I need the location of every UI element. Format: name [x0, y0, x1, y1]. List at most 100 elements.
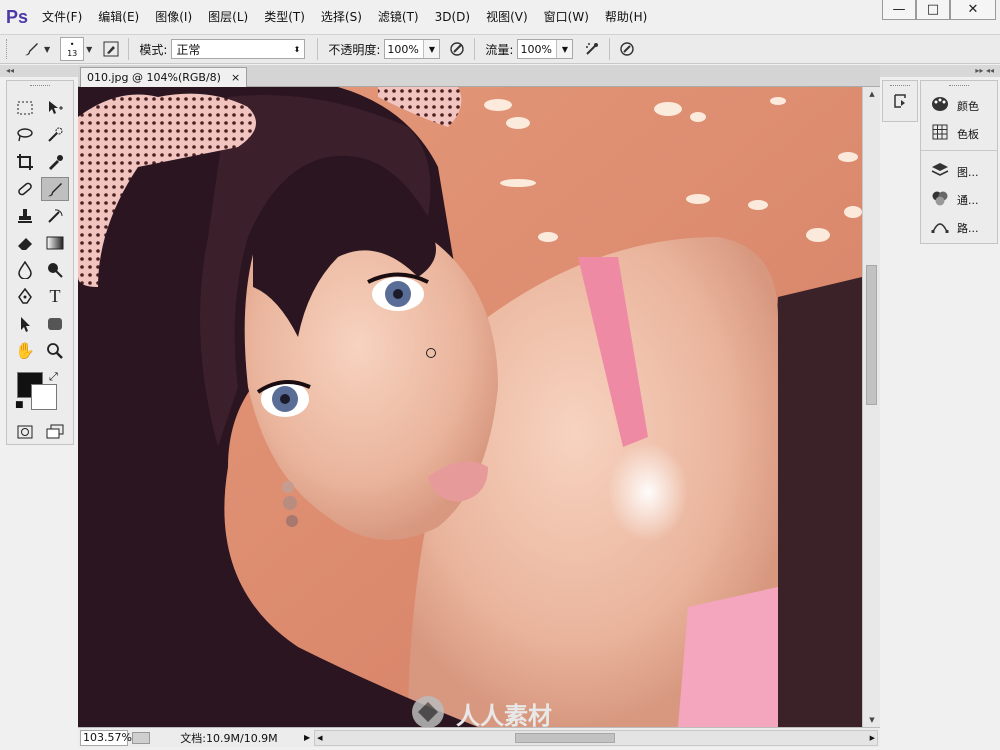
zoom-value: 103.57% — [83, 731, 132, 744]
type-tool-icon[interactable]: T — [41, 285, 69, 309]
document-canvas[interactable]: 人人素材 — [78, 87, 862, 727]
close-tab-icon[interactable]: × — [231, 71, 240, 84]
menu-edit[interactable]: 编辑(E) — [90, 0, 147, 34]
maximize-button[interactable]: □ — [916, 0, 950, 20]
pressure-opacity-icon[interactable] — [446, 38, 468, 60]
airbrush-icon[interactable] — [581, 38, 603, 60]
vertical-scroll-thumb[interactable] — [866, 265, 877, 405]
blur-tool-icon[interactable] — [11, 258, 39, 282]
paths-icon — [931, 218, 949, 238]
opacity-field[interactable]: 100% ▼ — [384, 39, 441, 59]
close-button[interactable]: ✕ — [950, 0, 996, 20]
healing-brush-tool-icon[interactable] — [11, 177, 39, 201]
swatches-icon — [931, 124, 949, 144]
paths-panel-label: 路... — [957, 222, 979, 235]
path-selection-tool-icon[interactable] — [11, 312, 39, 336]
quick-selection-tool-icon[interactable] — [41, 123, 69, 147]
panel-grip[interactable] — [949, 85, 969, 88]
menu-view[interactable]: 视图(V) — [478, 0, 536, 34]
swap-colors-icon[interactable]: ⤢ — [49, 370, 58, 384]
toolbox: T ✋ ⤢ ■ — [6, 80, 74, 445]
palette-icon — [931, 96, 949, 116]
channels-icon — [931, 190, 949, 210]
main-menu: 文件(F) 编辑(E) 图像(I) 图层(L) 类型(T) 选择(S) 滤镜(T… — [34, 0, 655, 34]
doc-size-info: 文档:10.9M/10.9M — [180, 731, 278, 745]
pressure-size-icon[interactable] — [616, 38, 638, 60]
scroll-up-icon[interactable]: ▲ — [863, 87, 881, 101]
menu-filter[interactable]: 滤镜(T) — [370, 0, 427, 34]
options-bar-grip[interactable] — [6, 39, 10, 59]
eyedropper-tool-icon[interactable] — [41, 150, 69, 174]
menu-window[interactable]: 窗口(W) — [536, 0, 597, 34]
panel-group-divider — [921, 150, 997, 158]
history-panel-icon[interactable] — [883, 92, 917, 110]
chevron-down-icon[interactable]: ▼ — [423, 40, 440, 58]
color-swatches: ⤢ ■ — [7, 368, 73, 414]
flow-field[interactable]: 100% ▼ — [517, 39, 574, 59]
menu-file[interactable]: 文件(F) — [34, 0, 90, 34]
menu-type[interactable]: 类型(T) — [256, 0, 313, 34]
status-menu-arrow-icon[interactable]: ▶ — [304, 733, 310, 742]
pen-tool-icon[interactable] — [11, 285, 39, 309]
zoom-field[interactable]: 103.57% — [80, 729, 132, 746]
menu-help[interactable]: 帮助(H) — [597, 0, 655, 34]
brush-size-picker[interactable]: • 13 — [60, 37, 85, 61]
brush-size-value: 13 — [67, 49, 78, 58]
horizontal-scroll-thumb[interactable] — [515, 732, 616, 743]
history-brush-tool-icon[interactable] — [41, 204, 69, 228]
clone-stamp-tool-icon[interactable] — [11, 204, 39, 228]
panel-grip[interactable] — [890, 85, 910, 88]
scroll-right-icon[interactable]: ▶ — [870, 731, 875, 745]
brush-panel-toggle-icon[interactable] — [100, 38, 122, 60]
menu-image[interactable]: 图像(I) — [147, 0, 200, 34]
mode-label: 模式: — [139, 42, 168, 57]
shape-tool-icon[interactable] — [41, 312, 69, 336]
eraser-tool-icon[interactable] — [11, 231, 39, 255]
marquee-tool-icon[interactable] — [11, 96, 39, 120]
watermark-text: 人人素材 — [456, 702, 552, 727]
lasso-tool-icon[interactable] — [11, 123, 39, 147]
paths-panel-button[interactable]: 路... — [921, 214, 997, 242]
toolbox-collapse[interactable]: ◂◂ — [0, 65, 78, 77]
menu-3d[interactable]: 3D(D) — [427, 0, 478, 34]
chevron-down-icon[interactable]: ▼ — [556, 40, 573, 58]
horizontal-scrollbar[interactable]: ◀ ▶ — [314, 729, 878, 746]
channels-panel-label: 通... — [957, 194, 979, 207]
gradient-tool-icon[interactable] — [41, 231, 69, 255]
opacity-value: 100% — [387, 42, 419, 56]
channels-panel-button[interactable]: 通... — [921, 186, 997, 214]
flow-value: 100% — [520, 42, 552, 56]
quick-mask-icon[interactable] — [11, 420, 39, 444]
layers-panel-button[interactable]: 图... — [921, 158, 997, 186]
swatches-panel-label: 色板 — [957, 128, 979, 141]
default-colors-icon[interactable]: ■ — [15, 400, 24, 410]
crop-tool-icon[interactable] — [11, 150, 39, 174]
zoom-tool-icon[interactable] — [41, 339, 69, 363]
status-info-icon[interactable] — [132, 731, 150, 744]
move-tool-icon[interactable] — [41, 96, 69, 120]
scroll-down-icon[interactable]: ▼ — [863, 713, 881, 727]
mode-select[interactable]: 正常 ⬍ — [171, 39, 306, 59]
minimize-button[interactable]: — — [882, 0, 916, 20]
swatches-panel-button[interactable]: 色板 — [921, 120, 997, 148]
toolbox-grip[interactable] — [30, 85, 50, 88]
chevron-down-icon[interactable]: ▼ — [44, 45, 50, 54]
photoshop-logo: Ps — [5, 6, 29, 27]
status-bar: 103.57% 文档:10.9M/10.9M ▶ ◀ ▶ — [78, 727, 880, 747]
mode-value: 正常 — [176, 42, 201, 57]
menu-select[interactable]: 选择(S) — [313, 0, 370, 34]
brush-tool-icon[interactable] — [41, 176, 69, 201]
divider — [317, 38, 319, 60]
vertical-scrollbar[interactable]: ▲ ▼ — [862, 87, 880, 727]
menu-layer[interactable]: 图层(L) — [200, 0, 256, 34]
background-color-swatch[interactable] — [31, 384, 57, 410]
brush-tool-preset-icon[interactable] — [20, 38, 42, 60]
scroll-left-icon[interactable]: ◀ — [317, 731, 322, 745]
panel-dock-collapse[interactable]: ▸▸ ◂◂ — [880, 65, 1000, 77]
screen-mode-icon[interactable] — [41, 420, 69, 444]
hand-tool-icon[interactable]: ✋ — [11, 339, 39, 363]
dodge-tool-icon[interactable] — [41, 258, 69, 282]
document-tab[interactable]: 010.jpg @ 104%(RGB/8) × — [80, 67, 248, 87]
chevron-down-icon[interactable]: ▼ — [86, 45, 92, 54]
color-panel-button[interactable]: 颜色 — [921, 92, 997, 120]
